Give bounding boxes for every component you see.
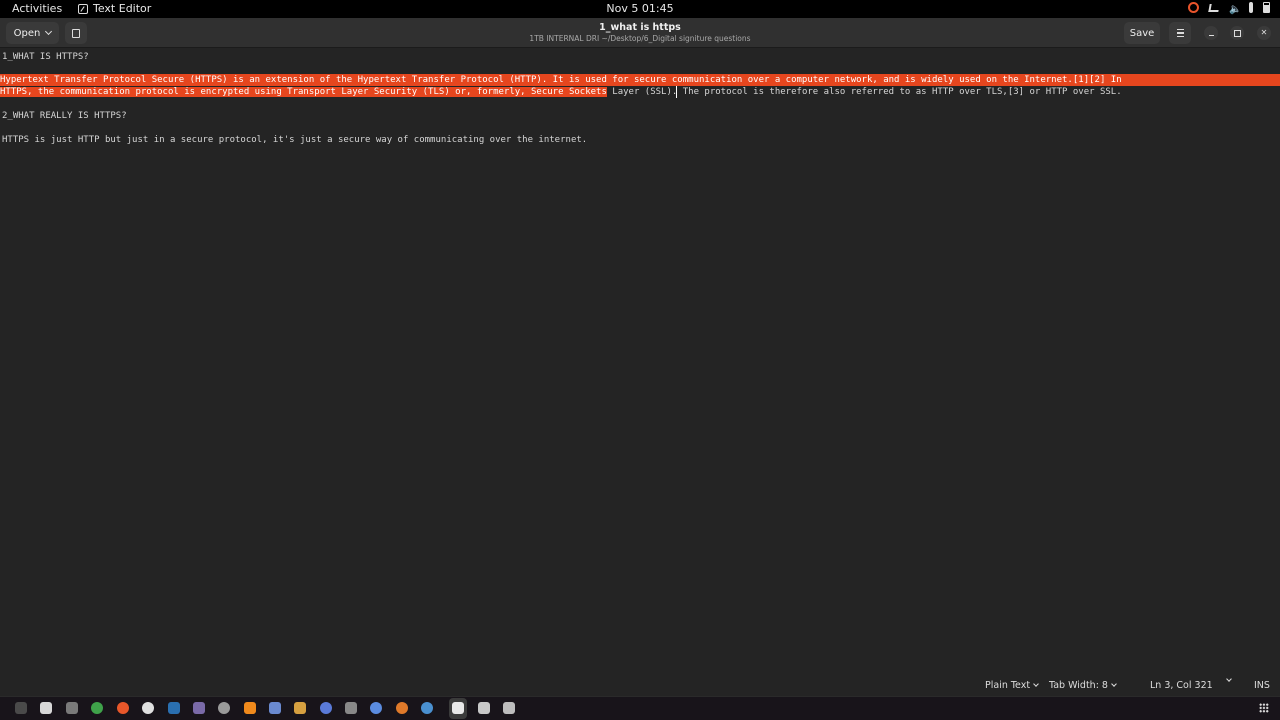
paint-icon[interactable] [294,702,306,714]
clock-icon[interactable] [320,702,332,714]
title-area: 1_what is https 1TB INTERNAL DRI ~/Deskt… [0,22,1280,43]
maximize-button[interactable] [1230,26,1244,40]
text-line-1[interactable]: 1_WHAT IS HTTPS? [2,51,89,63]
text-editor-icon [78,3,88,14]
cursor-position-label: Ln 3, Col 321 [1150,680,1213,691]
document-icon[interactable] [478,702,490,714]
text-cursor [676,86,677,98]
top-bar: Activities Text Editor Nov 5 01:45 [0,0,1280,18]
close-button[interactable]: ✕ [1257,26,1271,40]
text-view[interactable]: 1_WHAT IS HTTPS? Hypertext Transfer Prot… [0,49,1280,676]
files-icon[interactable] [66,702,78,714]
dock [0,696,1280,720]
main-menu-button[interactable] [1169,22,1191,44]
firefox-icon[interactable] [117,702,129,714]
tab-width-label: Tab Width: 8 [1049,680,1108,691]
chevron-down-icon [1226,676,1232,682]
hamburger-icon [1176,29,1184,31]
header-bar: Open 1_what is https 1TB INTERNAL DRI ~/… [0,18,1280,48]
clock[interactable]: Nov 5 01:45 [606,2,673,15]
ubuntu-icon[interactable] [1188,2,1199,13]
battery-icon[interactable] [1263,2,1270,13]
chevron-down-icon [1033,681,1039,687]
steam-icon[interactable] [168,702,180,714]
globe-icon[interactable] [421,702,433,714]
unselected-text: Layer (SSL). The protocol is therefore a… [606,87,1122,97]
github-icon[interactable] [142,702,154,714]
activities-button[interactable]: Activities [12,2,62,15]
save-button[interactable]: Save [1124,22,1160,44]
text-editor-icon[interactable] [452,702,464,714]
clock-container: Nov 5 01:45 [0,2,1280,15]
language-label: Plain Text [985,680,1031,691]
chevron-down-icon [1111,681,1117,687]
insert-mode[interactable]: INS [1254,680,1270,691]
document-title: 1_what is https [599,22,681,33]
compass-icon[interactable] [218,702,230,714]
language-selector[interactable]: Plain Text [985,680,1039,691]
text-line-7[interactable]: HTTPS is just HTTP but just in a secure … [2,134,587,146]
cursor-position[interactable]: Ln 3, Col 321 [1150,680,1213,691]
text-line-3-selected[interactable]: Hypertext Transfer Protocol Secure (HTTP… [0,74,1122,86]
text-line-5[interactable]: 2_WHAT REALLY IS HTTPS? [2,110,127,122]
system-tray[interactable] [1188,2,1270,13]
tab-width-selector[interactable]: Tab Width: 8 [1049,680,1117,691]
vlc-icon[interactable] [244,702,256,714]
notes-icon[interactable] [40,702,52,714]
chrome-icon[interactable] [91,702,103,714]
app-menu-label: Text Editor [93,2,152,15]
show-apps-icon[interactable] [1259,703,1269,713]
terminal-icon[interactable] [15,702,27,714]
text-line-3-wrap[interactable]: HTTPS, the communication protocol is enc… [0,86,1122,98]
blender-icon[interactable] [396,702,408,714]
microphone-icon[interactable] [1249,2,1253,13]
document-path: 1TB INTERNAL DRI ~/Desktop/6_Digital sig… [529,34,751,43]
selected-text: HTTPS, the communication protocol is enc… [0,87,607,97]
app-icon[interactable] [193,702,205,714]
status-bar: Plain Text Tab Width: 8 Ln 3, Col 321 IN… [0,676,1280,696]
position-dropdown[interactable] [1226,676,1232,682]
volume-icon[interactable] [1229,2,1239,13]
keyboard-icon[interactable] [345,702,357,714]
app-menu[interactable]: Text Editor [78,2,151,15]
minimize-button[interactable] [1204,26,1218,40]
network-icon[interactable] [1208,3,1220,12]
vscode-icon[interactable] [269,702,281,714]
chat-icon[interactable] [370,702,382,714]
trash-icon[interactable] [503,702,515,714]
